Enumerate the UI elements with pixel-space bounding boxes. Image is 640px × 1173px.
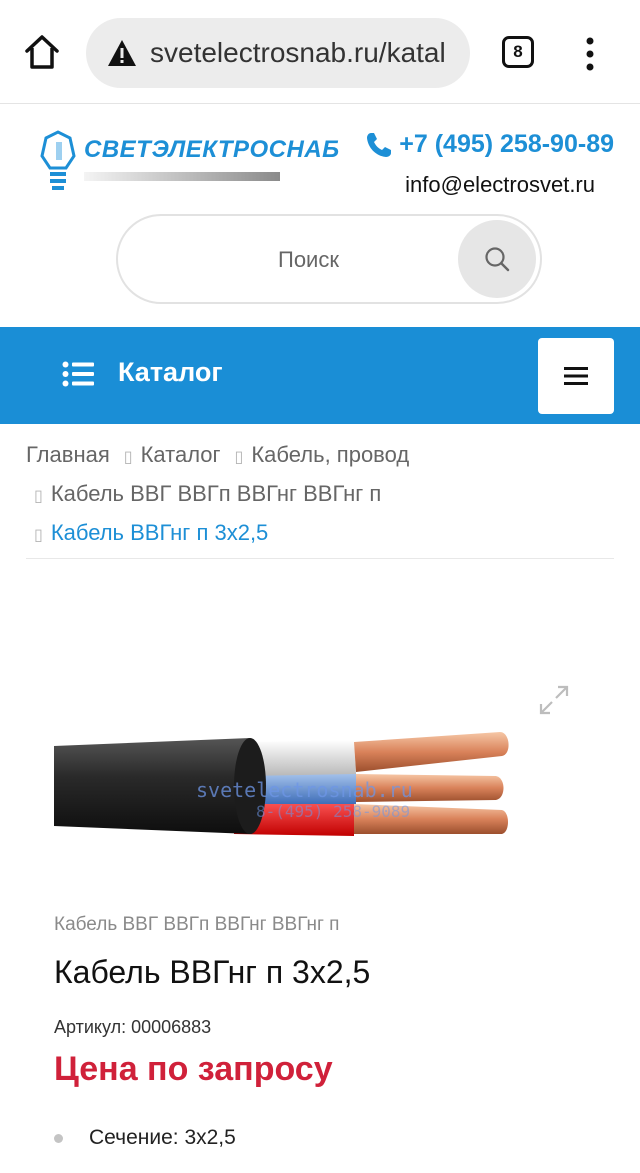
site-logo[interactable]: СВЕТЭЛЕКТРОСНАБ bbox=[36, 130, 339, 198]
logo-underline bbox=[84, 172, 280, 181]
breadcrumb-separator-icon: ▯ bbox=[234, 449, 244, 466]
search-icon bbox=[485, 247, 510, 272]
search-field[interactable]: Поиск bbox=[116, 214, 542, 304]
browser-toolbar: svetelectrosnab.ru/katal 8 bbox=[0, 0, 640, 104]
watermark-phone: 8-(495) 258-9089 bbox=[256, 802, 411, 821]
phone-icon bbox=[367, 132, 392, 157]
product-price: Цена по запросу bbox=[54, 1050, 333, 1088]
warning-icon[interactable] bbox=[106, 38, 138, 68]
list-icon[interactable] bbox=[62, 361, 94, 387]
spec-text: Сечение: 3х2,5 bbox=[89, 1126, 236, 1149]
expand-icon[interactable] bbox=[538, 684, 570, 716]
breadcrumb-cables[interactable]: Кабель, провод bbox=[251, 442, 409, 467]
tab-switcher-button[interactable]: 8 bbox=[502, 36, 534, 68]
breadcrumb-current[interactable]: Кабель ВВГнг п 3х2,5 bbox=[51, 520, 268, 545]
phone-link[interactable]: +7 (495) 258-90-89 bbox=[365, 130, 614, 159]
hamburger-icon bbox=[564, 367, 588, 385]
search-button[interactable] bbox=[458, 220, 536, 298]
email-link[interactable]: info@electrosvet.ru bbox=[405, 172, 595, 198]
menu-button[interactable] bbox=[538, 338, 614, 414]
product-title: Кабель ВВГнг п 3х2,5 bbox=[54, 954, 371, 990]
product-category[interactable]: Кабель ВВГ ВВГп ВВГнг ВВГнг п bbox=[54, 914, 339, 936]
search-placeholder: Поиск bbox=[278, 247, 339, 272]
address-bar[interactable]: svetelectrosnab.ru/katal bbox=[86, 18, 470, 88]
catalog-bar: Каталог bbox=[0, 327, 640, 424]
home-icon[interactable] bbox=[22, 32, 62, 72]
breadcrumb-separator-icon: ▯ bbox=[123, 449, 133, 466]
bullet-icon bbox=[54, 1133, 63, 1143]
logo-text: СВЕТЭЛЕКТРОСНАБ bbox=[84, 136, 340, 163]
watermark-site: svetelectrosnab.ru bbox=[196, 778, 413, 802]
lightbulb-logo-icon bbox=[40, 130, 76, 190]
breadcrumb-catalog[interactable]: Каталог bbox=[141, 442, 221, 467]
url-text: svetelectrosnab.ru/katal bbox=[150, 37, 446, 68]
breadcrumb-home[interactable]: Главная bbox=[26, 442, 110, 467]
breadcrumb: Главная ▯ Каталог ▯ Кабель, провод ▯ Кабель В… bbox=[26, 437, 614, 559]
more-options-icon[interactable] bbox=[580, 36, 600, 72]
product-sku: Артикул: 00006883 bbox=[54, 1017, 212, 1037]
breadcrumb-cable-vvg[interactable]: Кабель ВВГ ВВГп ВВГнг ВВГнг п bbox=[51, 481, 382, 506]
catalog-button[interactable]: Каталог bbox=[118, 357, 223, 388]
phone-number: +7 (495) 258-90-89 bbox=[399, 130, 614, 158]
breadcrumb-separator-icon: ▯ bbox=[34, 527, 43, 544]
spec-item: Сечение: 3х2,5 bbox=[54, 1126, 236, 1150]
breadcrumb-separator-icon: ▯ bbox=[34, 488, 43, 505]
